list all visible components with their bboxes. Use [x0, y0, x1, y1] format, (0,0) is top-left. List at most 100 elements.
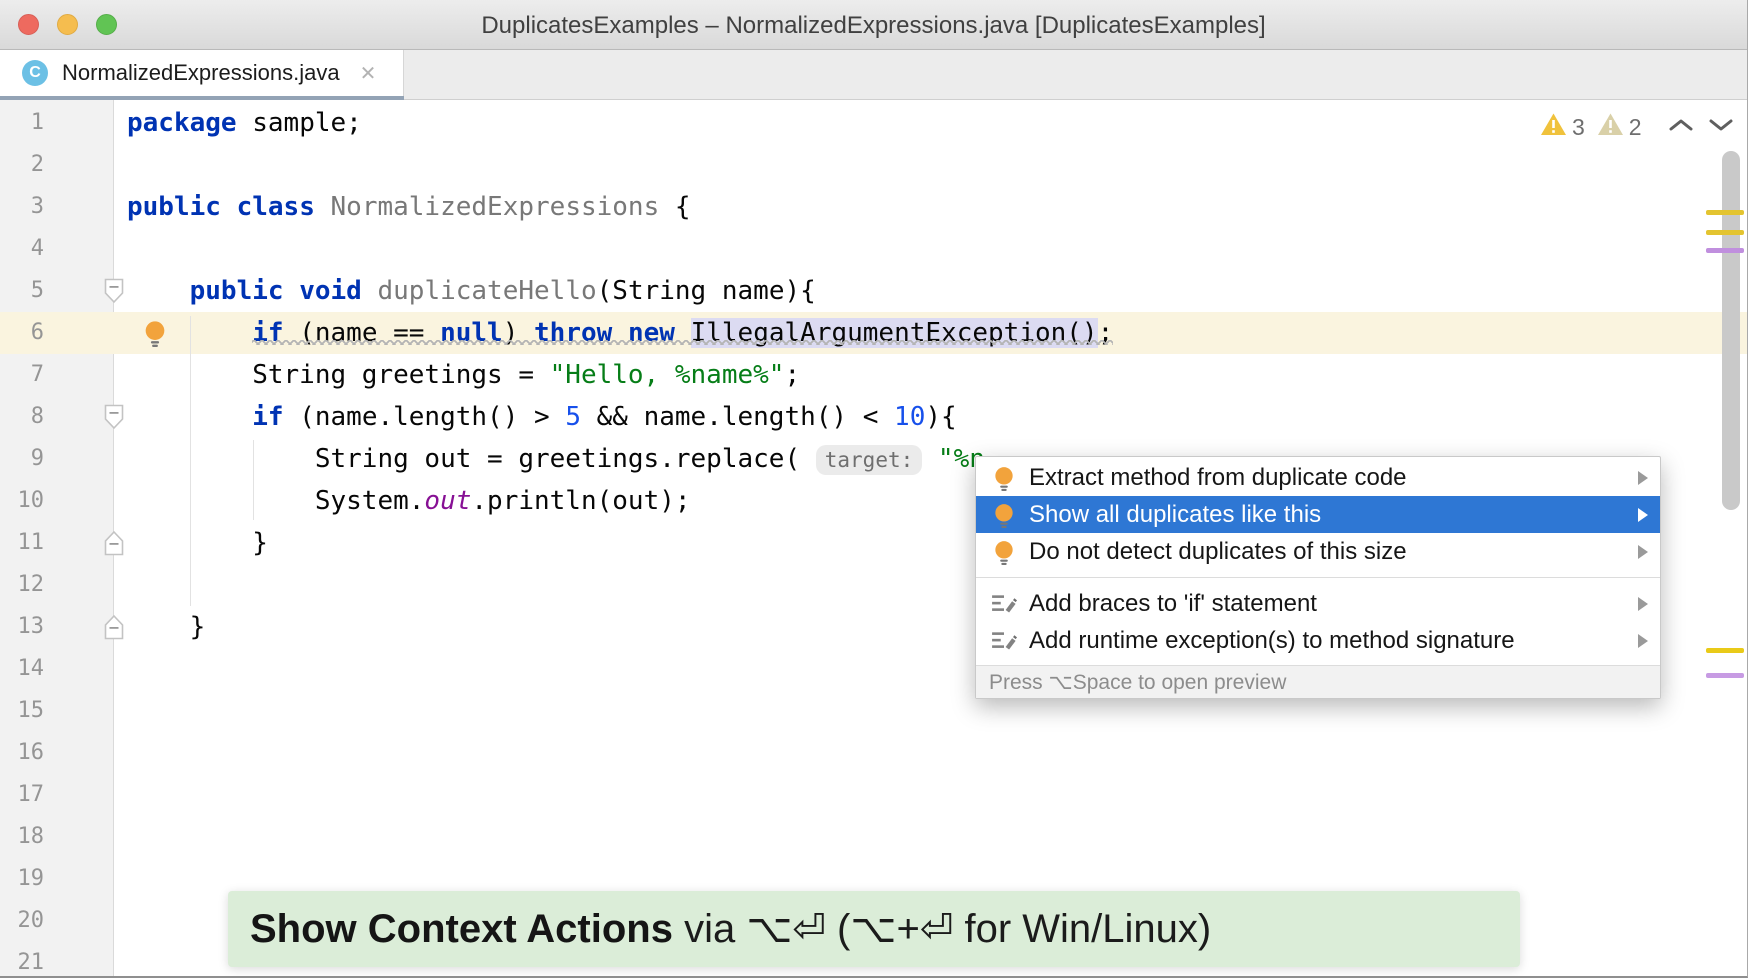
fold-marker[interactable]	[104, 614, 124, 645]
code-line[interactable]: if (name.length() > 5 && name.length() <…	[127, 396, 1113, 438]
line-number: 15	[0, 690, 44, 732]
intention-bulb[interactable]	[141, 319, 169, 352]
code-segment: )	[503, 318, 534, 348]
code-line[interactable]: package sample;	[127, 102, 1113, 144]
duplicate-code-underline: if (name == null) throw new IllegalArgum…	[252, 318, 1113, 348]
code-segment: class	[237, 192, 315, 222]
code-segment: {	[659, 192, 690, 222]
menu-item-label: Show all duplicates like this	[1029, 501, 1321, 529]
line-number: 13	[0, 606, 44, 648]
line-number: 6	[0, 312, 44, 354]
code-line[interactable]	[127, 564, 1113, 606]
code-line[interactable]: public void duplicateHello(String name){	[127, 270, 1113, 312]
fold-marker-icon[interactable]	[104, 404, 124, 430]
edit-pencil-icon	[991, 591, 1017, 617]
code-segment: ;	[784, 360, 800, 390]
code-segment	[675, 318, 691, 348]
code-segment: && name.length() <	[581, 402, 894, 432]
line-number: 9	[0, 438, 44, 480]
tab-normalizedexpressions[interactable]: C NormalizedExpressions.java ✕	[0, 50, 404, 96]
code-segment: (String name){	[597, 276, 816, 306]
ide-window: DuplicatesExamples – NormalizedExpressio…	[0, 0, 1748, 978]
line-number: 18	[0, 816, 44, 858]
scrollbar-thumb[interactable]	[1722, 151, 1740, 510]
submenu-arrow-icon	[1638, 471, 1648, 485]
line-number: 11	[0, 522, 44, 564]
code-segment: void	[299, 276, 362, 306]
edit-pencil-icon	[991, 628, 1017, 654]
menu-item[interactable]: Add braces to 'if' statement	[976, 585, 1660, 622]
menu-item-label: Extract method from duplicate code	[1029, 464, 1407, 492]
window-title: DuplicatesExamples – NormalizedExpressio…	[0, 12, 1747, 40]
code-line[interactable]	[127, 144, 1113, 186]
code-segment: if	[252, 318, 283, 348]
code-line[interactable]: System.out.println(out);	[127, 480, 1113, 522]
submenu-arrow-icon	[1638, 597, 1648, 611]
tab-close-icon[interactable]: ✕	[360, 61, 377, 86]
code-segment: String out = greetings.replace(	[127, 444, 816, 474]
code-line[interactable]	[127, 228, 1113, 270]
code-segment: if	[252, 402, 283, 432]
menu-item[interactable]: Show all duplicates like this	[976, 496, 1660, 533]
code-segment: "Hello, %name%"	[550, 360, 785, 390]
popup-footer-hint: Press ⌥Space to open preview	[976, 665, 1660, 698]
code-line[interactable]	[127, 732, 1113, 774]
stripe-mark[interactable]	[1706, 673, 1744, 678]
menu-item[interactable]: Add runtime exception(s) to method signa…	[976, 622, 1660, 659]
code-segment: .println(out);	[471, 486, 690, 516]
code-segment: public	[127, 192, 221, 222]
code-line[interactable]: String greetings = "Hello, %name%";	[127, 354, 1113, 396]
code-line[interactable]: }	[127, 522, 1113, 564]
code-line[interactable]: if (name == null) throw new IllegalArgum…	[127, 312, 1113, 354]
code-line[interactable]: public class NormalizedExpressions {	[127, 186, 1113, 228]
title-bar: DuplicatesExamples – NormalizedExpressio…	[0, 0, 1747, 50]
code-segment: sample;	[237, 108, 362, 138]
line-number: 8	[0, 396, 44, 438]
stripe-mark[interactable]	[1706, 648, 1744, 653]
code-segment	[221, 192, 237, 222]
chevron-down-button[interactable]	[1708, 117, 1734, 138]
line-number: 5	[0, 270, 44, 312]
weak-warning-triangle[interactable]	[1597, 112, 1624, 142]
lightbulb-icon	[991, 539, 1017, 565]
fold-marker-icon[interactable]	[104, 278, 124, 304]
fold-marker[interactable]	[104, 278, 124, 309]
code-segment	[127, 402, 252, 432]
code-segment: NormalizedExpressions	[331, 192, 660, 222]
fold-marker-icon[interactable]	[104, 614, 124, 640]
code-area[interactable]: package sample; public class NormalizedEx…	[127, 102, 1113, 978]
warning-triangle[interactable]	[1540, 112, 1567, 142]
stripe-mark[interactable]	[1706, 230, 1744, 235]
lightbulb-icon	[991, 465, 1017, 491]
code-editor[interactable]: 123456789101112131415161718192021 packag…	[0, 100, 1748, 978]
code-line[interactable]	[127, 816, 1113, 858]
warning-count[interactable]: 2	[1629, 114, 1642, 141]
code-line[interactable]	[127, 648, 1113, 690]
context-actions-popup: Extract method from duplicate code Show a…	[975, 456, 1661, 699]
warning-count[interactable]: 3	[1572, 114, 1585, 141]
menu-item[interactable]: Do not detect duplicates of this size	[976, 533, 1660, 570]
code-segment: new	[628, 318, 675, 348]
code-line[interactable]: }	[127, 606, 1113, 648]
lightbulb-icon	[991, 502, 1017, 528]
code-segment: target:	[816, 445, 923, 475]
chevron-up-button[interactable]	[1668, 117, 1694, 138]
fold-marker[interactable]	[104, 530, 124, 561]
fold-marker[interactable]	[104, 404, 124, 435]
chevron-up-icon	[1668, 117, 1694, 133]
menu-item[interactable]: Extract method from duplicate code	[976, 459, 1660, 496]
code-segment: duplicateHello	[377, 276, 596, 306]
code-segment: ){	[925, 402, 956, 432]
code-line[interactable]: String out = greetings.replace( target: …	[127, 438, 1113, 480]
line-number: 16	[0, 732, 44, 774]
line-number: 7	[0, 354, 44, 396]
fold-marker-icon[interactable]	[104, 530, 124, 556]
submenu-arrow-icon	[1638, 634, 1648, 648]
code-line[interactable]	[127, 690, 1113, 732]
stripe-mark[interactable]	[1706, 210, 1744, 215]
line-number: 3	[0, 186, 44, 228]
code-segment: package	[127, 108, 237, 138]
line-number: 14	[0, 648, 44, 690]
stripe-mark[interactable]	[1706, 248, 1744, 253]
code-line[interactable]	[127, 774, 1113, 816]
